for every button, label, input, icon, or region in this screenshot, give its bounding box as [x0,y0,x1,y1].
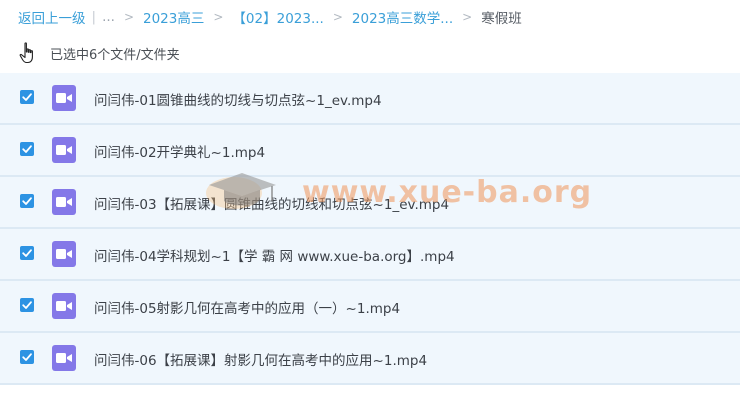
breadcrumb-item[interactable]: 2023高三 [143,7,204,27]
file-row[interactable]: 问闫伟-06【拓展课】射影几何在高考中的应用~1.mp4 [0,333,740,385]
file-checkbox[interactable] [20,142,34,156]
file-name[interactable]: 问闫伟-06【拓展课】射影几何在高考中的应用~1.mp4 [94,349,427,369]
checkmark-icon [22,301,32,309]
video-file-icon [52,137,76,163]
file-row[interactable]: 问闫伟-05射影几何在高考中的应用（一）~1.mp4 [0,281,740,333]
selection-bar: 已选中6个文件/文件夹 [0,36,740,70]
checkmark-icon [22,249,32,257]
file-name[interactable]: 问闫伟-01圆锥曲线的切线与切点弦~1_ev.mp4 [94,89,382,109]
file-name[interactable]: 问闫伟-03【拓展课】圆锥曲线的切线和切点弦~1_ev.mp4 [94,193,449,213]
selection-count: 已选中6个文件/文件夹 [50,47,180,63]
file-checkbox[interactable] [20,194,34,208]
file-row[interactable]: 问闫伟-01圆锥曲线的切线与切点弦~1_ev.mp4 [0,73,740,125]
file-row[interactable]: 问闫伟-02开学典礼~1.mp4 [0,125,740,177]
back-link[interactable]: 返回上一级 [18,7,86,27]
file-checkbox[interactable] [20,298,34,312]
checkmark-icon [22,197,32,205]
checkmark-icon [22,353,32,361]
file-name[interactable]: 问闫伟-05射影几何在高考中的应用（一）~1.mp4 [94,297,400,317]
breadcrumb-item[interactable]: 2023高三数学... [352,7,453,27]
file-checkbox[interactable] [20,246,34,260]
breadcrumb-ellipsis[interactable]: ... [102,9,115,25]
breadcrumb-divider: | [91,9,97,25]
chevron-right-icon: > [123,10,134,24]
checkmark-icon [22,93,32,101]
breadcrumb-current: 寒假班 [481,11,522,27]
video-file-icon [52,345,76,371]
breadcrumb: 返回上一级 | ... > 2023高三 > 【02】2023... > 202… [0,0,740,34]
chevron-right-icon: > [332,10,343,24]
chevron-right-icon: > [462,10,473,24]
file-checkbox[interactable] [20,90,34,104]
video-file-icon [52,85,76,111]
file-name[interactable]: 问闫伟-04学科规划~1【学 霸 网 www.xue-ba.org】.mp4 [94,245,455,265]
hand-pointer-icon [19,42,33,64]
video-file-icon [52,293,76,319]
file-row[interactable]: 问闫伟-03【拓展课】圆锥曲线的切线和切点弦~1_ev.mp4 [0,177,740,229]
file-list: 问闫伟-01圆锥曲线的切线与切点弦~1_ev.mp4 问闫伟-02开学典礼~1.… [0,73,740,385]
video-file-icon [52,189,76,215]
breadcrumb-item[interactable]: 【02】2023... [232,7,323,27]
file-name[interactable]: 问闫伟-02开学典礼~1.mp4 [94,141,265,161]
file-checkbox[interactable] [20,350,34,364]
video-file-icon [52,241,76,267]
chevron-right-icon: > [213,10,224,24]
checkmark-icon [22,145,32,153]
file-row[interactable]: 问闫伟-04学科规划~1【学 霸 网 www.xue-ba.org】.mp4 [0,229,740,281]
